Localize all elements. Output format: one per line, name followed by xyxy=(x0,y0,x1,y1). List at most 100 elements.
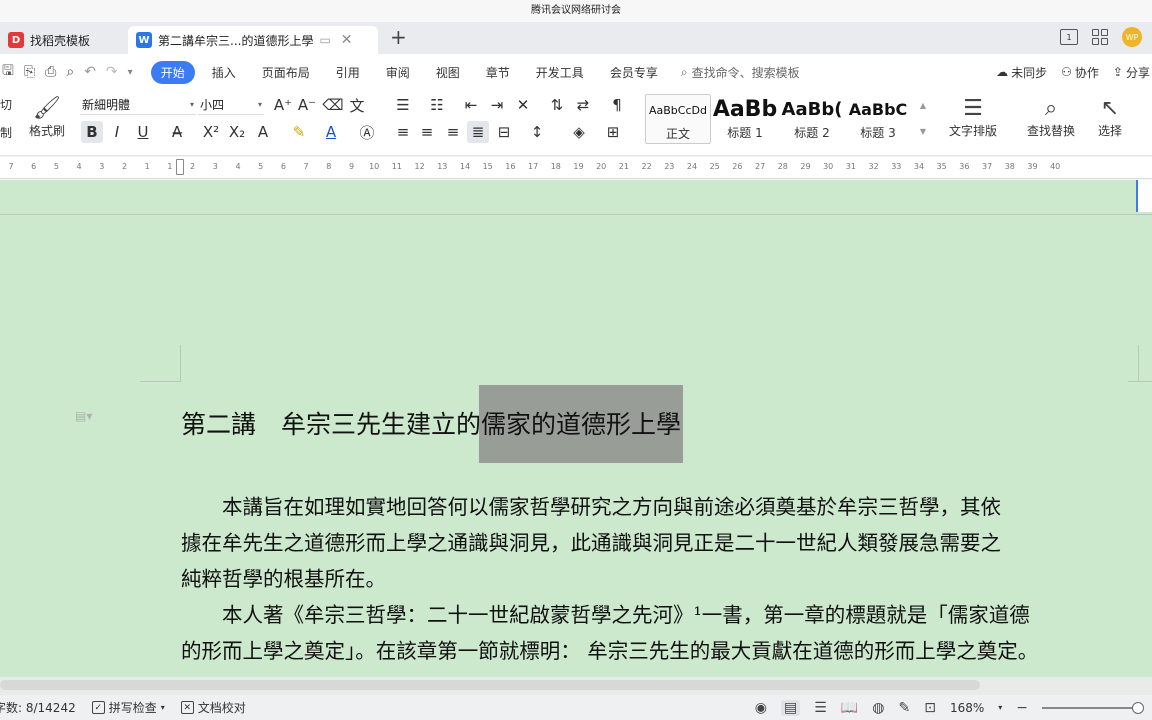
text-effect-icon[interactable]: A xyxy=(252,121,274,143)
page-view-icon[interactable]: ▤ xyxy=(781,699,801,716)
justify-icon[interactable]: ≣ xyxy=(467,121,489,143)
borders-icon[interactable]: ⊞ xyxy=(602,121,624,143)
collab-button[interactable]: ⚇ 协作 xyxy=(1061,64,1099,81)
menu-view[interactable]: 视图 xyxy=(423,64,473,81)
shrink-font-icon[interactable]: A⁻ xyxy=(296,94,318,116)
document-canvas[interactable]: ▤▾ 第二講 牟宗三先生建立的儒家的道德形上學 本講旨在如理如實地回答何以儒家哲… xyxy=(0,180,1152,677)
ruler-toggle[interactable] xyxy=(1136,180,1152,212)
paragraph-line[interactable]: 據在牟先生之道德形而上學之通識與洞見，此通識與洞見正是二十一世紀人類發展急需要之 xyxy=(181,526,1141,560)
strikethrough-icon[interactable]: A̶ xyxy=(166,121,188,143)
word-count[interactable]: 字数: 8/14242 xyxy=(0,699,84,716)
zoom-slider[interactable] xyxy=(1042,701,1144,714)
menu-page-layout[interactable]: 页面布局 xyxy=(249,64,323,81)
paragraph-line[interactable]: 本人著《牟宗三哲學：二十一世紀啟蒙哲學之先河》¹一書，第一章的標題就是「儒家道德 xyxy=(181,598,1141,632)
show-marks-icon[interactable]: ¶ xyxy=(606,94,628,116)
undo-icon[interactable]: ↶ xyxy=(84,64,96,80)
menu-developer[interactable]: 开发工具 xyxy=(523,64,597,81)
share-button[interactable]: ⇪ 分享 xyxy=(1113,64,1150,81)
redo-icon[interactable]: ↷ xyxy=(106,64,118,80)
menu-section[interactable]: 章节 xyxy=(473,64,523,81)
layout-toggle-icon[interactable]: 1 xyxy=(1060,29,1078,45)
numbered-list-icon[interactable]: ☷ xyxy=(426,94,448,116)
style-heading-1[interactable]: AaBb 标题 1 xyxy=(713,94,777,144)
print-icon[interactable]: ⎙ xyxy=(45,64,56,80)
menu-member[interactable]: 会员专享 xyxy=(597,64,671,81)
char-border-icon[interactable]: Ⓐ xyxy=(356,121,378,143)
font-name-select[interactable]: 新細明體 ▾ xyxy=(80,95,196,115)
underline-icon[interactable]: U xyxy=(132,121,154,143)
export-icon[interactable]: ⎘ xyxy=(24,64,35,80)
menu-home[interactable]: 开始 xyxy=(150,60,195,84)
screen-icon[interactable]: ▭ xyxy=(319,33,330,47)
horizontal-ruler[interactable]: 7 6 5 4 3 2 1 1 2 3 4 5 6 7 8 9 10 11 12 13 14 15 16 17 18 19 20 21… xyxy=(0,157,1152,179)
scrollbar-thumb[interactable] xyxy=(0,680,980,690)
font-color-icon[interactable]: A xyxy=(320,121,342,143)
new-tab-button[interactable]: + xyxy=(390,26,407,48)
menu-review[interactable]: 审阅 xyxy=(373,64,423,81)
style-heading-3[interactable]: AaBbC 标题 3 xyxy=(846,94,910,144)
document-heading[interactable]: 第二講 牟宗三先生建立的儒家的道德形上學 xyxy=(181,385,684,463)
align-center-icon[interactable]: ≡ xyxy=(416,121,438,143)
outline-view-icon[interactable]: ☰ xyxy=(814,700,827,716)
bullet-list-icon[interactable]: ☰ xyxy=(392,94,414,116)
superscript-icon[interactable]: X² xyxy=(200,121,222,143)
font-size-select[interactable]: 小四 ▾ xyxy=(198,95,264,115)
format-painter-button[interactable]: 🖌 格式刷 xyxy=(26,94,68,139)
grow-font-icon[interactable]: A⁺ xyxy=(272,94,294,116)
chevron-down-icon[interactable]: ▾ xyxy=(998,703,1002,712)
decrease-indent-icon[interactable]: ⇤ xyxy=(460,94,482,116)
fit-page-icon[interactable]: ⊡ xyxy=(924,700,936,716)
increase-indent-icon[interactable]: ⇥ xyxy=(486,94,508,116)
style-normal[interactable]: AaBbCcDd 正文 xyxy=(645,94,711,144)
styles-scroll-up-icon[interactable]: ▲ xyxy=(912,94,934,116)
distributed-icon[interactable]: ⊟ xyxy=(493,121,515,143)
paragraph-line[interactable]: 的形而上學之奠定」。在該章第一節就標明： 牟宗三先生的最大貢獻在道德的形而上學之… xyxy=(181,634,1141,668)
align-left-icon[interactable]: ≡ xyxy=(392,121,414,143)
sync-button[interactable]: ☁ 未同步 xyxy=(996,64,1047,81)
align-right-icon[interactable]: ≡ xyxy=(442,121,464,143)
web-view-icon[interactable]: ◍ xyxy=(872,700,884,716)
apps-grid-icon[interactable] xyxy=(1092,29,1108,45)
highlight-icon[interactable]: ✎ xyxy=(288,121,310,143)
shading-icon[interactable]: ◈ xyxy=(568,121,590,143)
style-heading-2[interactable]: AaBb( 标题 2 xyxy=(780,94,844,144)
avatar[interactable]: WP xyxy=(1122,27,1142,47)
bold-icon[interactable]: B xyxy=(81,121,103,143)
customize-toolbar-icon[interactable]: ▾ xyxy=(128,67,133,78)
clear-format-icon[interactable]: ⌫ xyxy=(322,94,344,116)
tab-document[interactable]: W 第二講牟宗三...的道德形上學 ▭ ✕ xyxy=(128,26,378,54)
doc-proof-button[interactable]: ✕ 文档校对 xyxy=(173,699,254,716)
text-layout-button[interactable]: ☰ 文字排版 xyxy=(942,94,1004,139)
close-tab-icon[interactable]: ✕ xyxy=(341,32,353,48)
sort-icon[interactable]: ⇄ xyxy=(572,94,594,116)
styles-more-icon[interactable]: ▼ xyxy=(912,120,934,142)
text-direction-icon[interactable]: ⇅ xyxy=(546,94,568,116)
subscript-icon[interactable]: X₂ xyxy=(226,121,248,143)
spell-check-button[interactable]: ✓ 拼写检查 ▾ xyxy=(84,699,173,716)
paragraph-line[interactable]: 本講旨在如理如實地回答何以儒家哲學研究之方向與前途必須奠基於牟宗三哲學，其依 xyxy=(181,490,1141,524)
style-sample: AaBbCcDd xyxy=(649,103,707,117)
paragraph-line[interactable]: 純粹哲學的根基所在。 xyxy=(181,562,1141,596)
zoom-slider-knob[interactable] xyxy=(1132,701,1144,714)
save-icon[interactable]: 🖫 xyxy=(2,60,14,84)
print-preview-icon[interactable]: ⌕ xyxy=(66,64,74,80)
cut-button[interactable]: 剪切 xyxy=(0,96,12,113)
command-search[interactable]: ⌕ 查找命令、搜索模板 xyxy=(681,64,800,81)
eye-protection-icon[interactable]: ◉ xyxy=(755,700,767,716)
reading-view-icon[interactable]: 📖 xyxy=(841,700,858,716)
menu-insert[interactable]: 插入 xyxy=(199,64,249,81)
select-button[interactable]: ↖ 选择 xyxy=(1090,94,1130,139)
horizontal-scrollbar[interactable] xyxy=(0,677,1152,695)
phonetic-guide-icon[interactable]: 文 xyxy=(346,94,368,116)
italic-icon[interactable]: I xyxy=(106,121,128,143)
menu-references[interactable]: 引用 xyxy=(323,64,373,81)
chinese-layout-icon[interactable]: ✕ xyxy=(512,94,534,116)
find-replace-button[interactable]: ⌕ 查找替换 xyxy=(1020,94,1082,139)
zoom-level[interactable]: 168% xyxy=(950,701,984,715)
copy-button[interactable]: 复制 xyxy=(0,124,12,141)
tab-template-store[interactable]: D 找稻壳模板 xyxy=(0,26,128,54)
write-view-icon[interactable]: ✎ xyxy=(898,700,910,716)
line-spacing-icon[interactable]: ↕ xyxy=(526,121,548,143)
paragraph-menu-icon[interactable]: ▤▾ xyxy=(75,409,92,423)
zoom-out-icon[interactable]: − xyxy=(1016,700,1028,716)
